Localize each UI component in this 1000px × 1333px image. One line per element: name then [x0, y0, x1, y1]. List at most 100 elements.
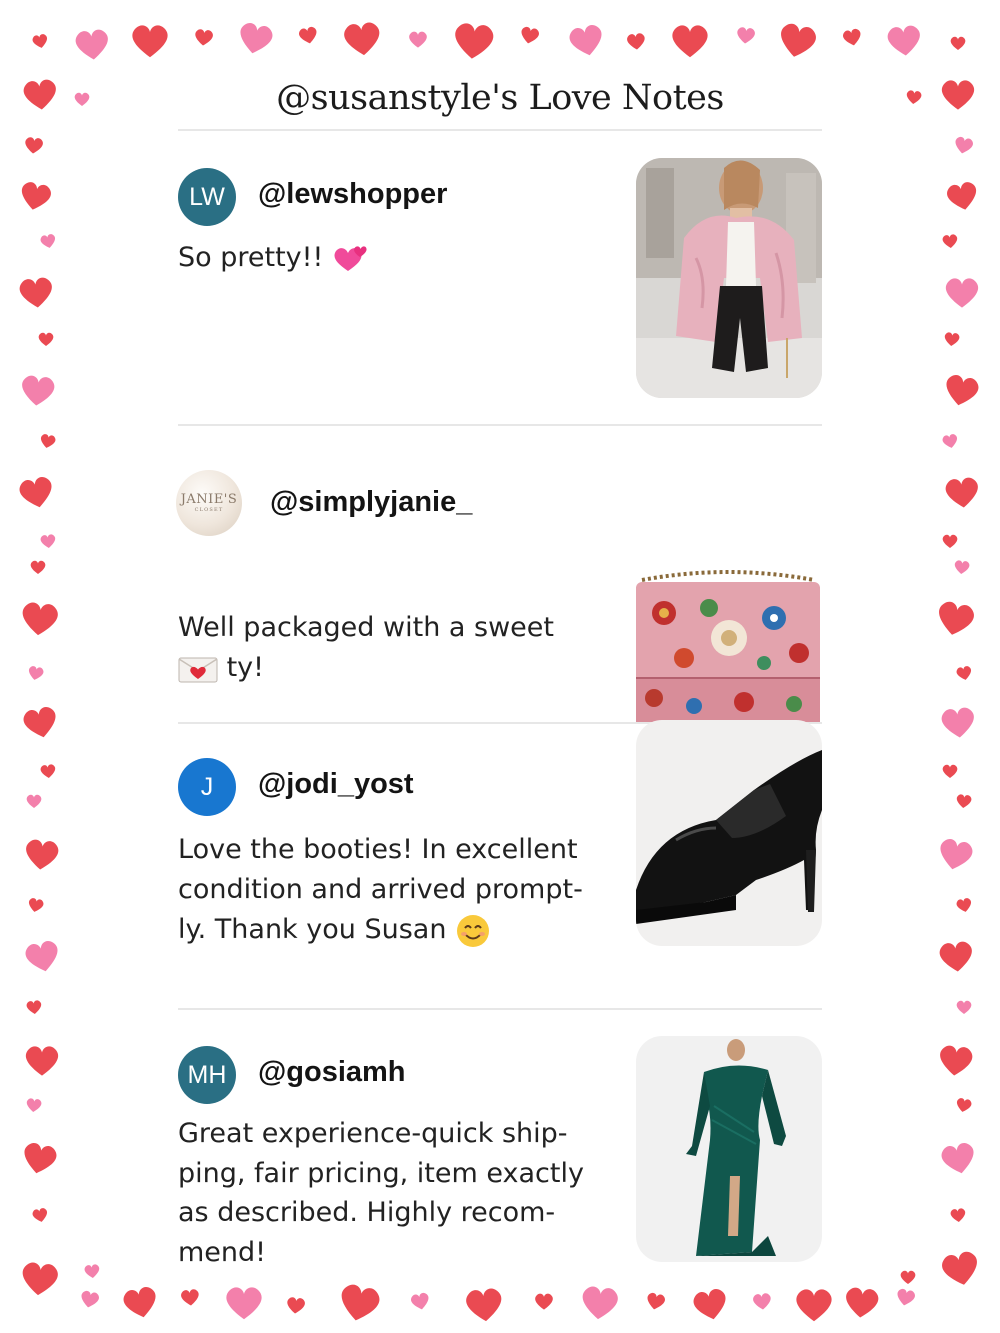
item-thumbnail[interactable] — [636, 720, 822, 946]
green-off-shoulder-gown-image — [636, 1036, 822, 1262]
heart-icon — [956, 666, 972, 680]
heart-icon — [945, 477, 978, 508]
item-thumbnail[interactable] — [636, 158, 822, 398]
heart-icon — [947, 182, 977, 210]
heart-icon — [299, 26, 317, 44]
review-item: LW @lewshopper So pretty!! — [178, 158, 822, 398]
avatar[interactable]: MH — [178, 1046, 236, 1104]
heart-icon — [956, 794, 972, 808]
heart-icon — [950, 1208, 966, 1222]
heart-icon — [40, 234, 56, 248]
comment-line: ping, fair pricing, item exactly — [178, 1157, 584, 1189]
avatar[interactable]: JANIE'S CLOSET — [176, 470, 242, 536]
heart-icon — [887, 25, 920, 56]
heart-icon — [897, 1288, 915, 1306]
black-platform-bootie-image — [636, 720, 822, 946]
heart-icon — [942, 764, 958, 778]
username[interactable]: @gosiamh — [258, 1056, 406, 1089]
heart-icon — [939, 941, 972, 972]
item-thumbnail[interactable] — [636, 1036, 822, 1262]
item-thumbnail[interactable] — [634, 568, 822, 728]
heart-icon — [956, 898, 972, 912]
heart-icon — [74, 92, 90, 106]
heart-icon — [956, 1098, 972, 1112]
avatar[interactable]: LW — [178, 168, 236, 226]
heart-icon — [19, 477, 52, 508]
heart-icon — [940, 839, 973, 870]
heart-icon — [627, 33, 645, 50]
heart-icon — [939, 601, 974, 635]
heart-icon — [950, 36, 966, 50]
heart-icon — [942, 234, 958, 248]
heart-icon — [28, 898, 44, 912]
heart-icon — [26, 839, 59, 870]
review-comment: So pretty!! — [178, 238, 618, 278]
heart-icon — [954, 560, 970, 574]
heart-icon — [226, 1287, 262, 1320]
heart-icon — [40, 434, 56, 448]
heart-icon — [521, 26, 539, 44]
comment-line: mend! — [178, 1236, 266, 1268]
heart-icon — [25, 137, 43, 154]
heart-icon — [582, 1286, 618, 1320]
heart-icon — [23, 79, 56, 110]
heart-icon — [466, 1288, 502, 1322]
heart-icon — [955, 136, 973, 154]
comment-text: ty! — [226, 652, 264, 683]
heart-icon — [672, 25, 708, 58]
heart-icon — [28, 666, 44, 680]
review-item: J @jodi_yost Love the booties! In excell… — [178, 720, 822, 984]
divider — [178, 424, 822, 426]
heart-icon — [945, 278, 979, 308]
heart-icon — [32, 34, 48, 48]
review-comment: Love the booties! In excellent condition… — [178, 830, 618, 950]
heart-icon — [781, 23, 816, 57]
review-item: MH @gosiamh Great experience-quick ship-… — [178, 1036, 822, 1268]
heart-icon — [846, 1287, 879, 1318]
comment-text: So pretty!! — [178, 242, 324, 273]
heart-icon — [26, 1098, 42, 1112]
heart-icon — [942, 1251, 977, 1285]
review-comment: Well packaged with a sweet ty! — [178, 608, 618, 688]
heart-icon — [84, 1264, 100, 1278]
heart-icon — [195, 29, 213, 46]
heart-icon — [900, 1270, 916, 1284]
heart-icon — [40, 534, 56, 548]
heart-icon — [944, 332, 960, 346]
heart-icon — [132, 25, 168, 58]
heart-icon — [19, 277, 52, 308]
two-hearts-icon — [334, 245, 367, 271]
page-title: @susanstyle's Love Notes — [276, 78, 724, 118]
heart-icon — [25, 941, 58, 972]
heart-icon — [287, 1297, 305, 1314]
heart-icon — [341, 1284, 380, 1321]
heart-icon — [942, 434, 958, 448]
comment-line: ly. Thank you Susan — [178, 914, 447, 945]
heart-icon — [455, 23, 494, 59]
heart-icon — [23, 707, 56, 738]
divider — [178, 1008, 822, 1010]
heart-icon — [26, 794, 42, 808]
heart-icon — [737, 27, 755, 44]
avatar[interactable]: J — [178, 758, 236, 816]
username[interactable]: @simplyjanie_ — [270, 486, 472, 519]
heart-icon — [956, 1000, 972, 1014]
heart-icon — [30, 560, 46, 574]
review-comment: Great experience-quick ship- ping, fair … — [178, 1114, 618, 1272]
heart-icon — [409, 31, 427, 48]
heart-icon — [22, 375, 55, 406]
heart-icon — [940, 1045, 973, 1076]
heart-icon — [941, 1143, 974, 1174]
heart-icon — [240, 23, 273, 54]
heart-icon — [75, 29, 108, 60]
heart-icon — [569, 25, 602, 56]
heart-icon — [946, 375, 979, 406]
floral-beaded-clutch-image — [634, 568, 822, 728]
heart-icon — [40, 764, 56, 778]
username[interactable]: @jodi_yost — [258, 768, 414, 801]
heart-icon — [647, 1292, 665, 1310]
pink-faux-fur-jacket-image — [636, 158, 822, 398]
heart-icon — [843, 28, 861, 46]
avatar-logo-text: JANIE'S — [180, 491, 238, 507]
username[interactable]: @lewshopper — [258, 178, 447, 211]
